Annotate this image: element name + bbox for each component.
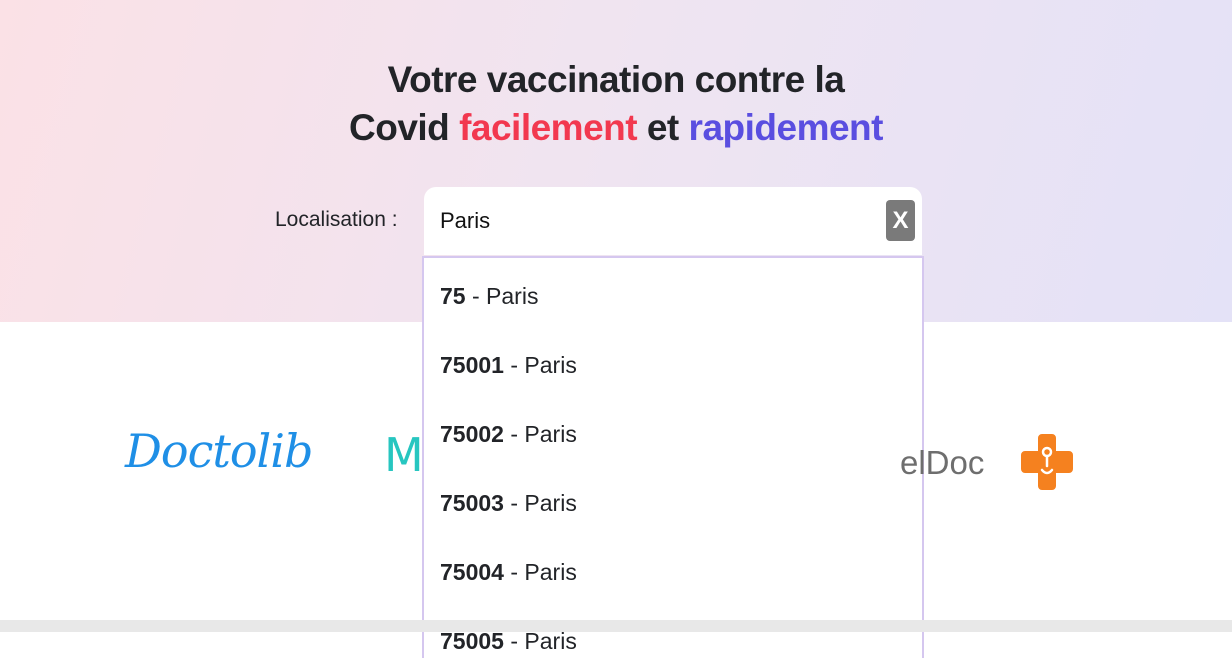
suggestion-item[interactable]: 75001 - Paris	[440, 345, 577, 385]
suggestion-code: 75001	[440, 352, 504, 378]
suggestion-city: Paris	[486, 283, 539, 309]
location-suggestions-dropdown: 75 - Paris 75001 - Paris 75002 - Paris 7…	[422, 256, 924, 658]
suggestion-item[interactable]: 75003 - Paris	[440, 483, 577, 523]
suggestion-code: 75004	[440, 559, 504, 585]
suggestion-city: Paris	[524, 352, 577, 378]
location-search-box: X	[424, 187, 922, 255]
suggestion-city: Paris	[524, 559, 577, 585]
suggestion-separator: -	[503, 559, 525, 585]
bottom-bar	[0, 620, 1232, 632]
suggestion-separator: -	[503, 352, 525, 378]
suggestion-code: 75	[440, 283, 466, 309]
suggestion-city: Paris	[524, 421, 577, 447]
title-mid: et	[637, 107, 689, 148]
title-accent-rapidement: rapidement	[688, 107, 884, 148]
suggestion-code: 75002	[440, 421, 504, 447]
doctolib-logo[interactable]: Doctolib	[125, 424, 313, 478]
suggestion-separator: -	[503, 490, 525, 516]
title-line-1: Votre vaccination contre la	[387, 59, 845, 100]
maiia-logo[interactable]: M	[384, 428, 424, 482]
suggestion-code: 75003	[440, 490, 504, 516]
suggestion-item[interactable]: 75004 - Paris	[440, 552, 577, 592]
suggestion-item[interactable]: 75002 - Paris	[440, 414, 577, 454]
title-accent-facilement: facilement	[459, 107, 638, 148]
keldoc-logo[interactable]: elDoc	[900, 444, 984, 482]
title-line-2-start: Covid	[349, 107, 460, 148]
location-search-input[interactable]	[440, 205, 870, 237]
clear-search-button[interactable]: X	[886, 200, 915, 241]
keldoc-cross-icon	[1021, 434, 1073, 490]
suggestion-item[interactable]: 75 - Paris	[440, 276, 538, 316]
suggestion-city: Paris	[524, 490, 577, 516]
suggestion-separator: -	[465, 283, 487, 309]
page-title: Votre vaccination contre la Covid facile…	[0, 56, 1232, 152]
suggestion-separator: -	[503, 421, 525, 447]
localisation-label: Localisation :	[275, 208, 398, 231]
